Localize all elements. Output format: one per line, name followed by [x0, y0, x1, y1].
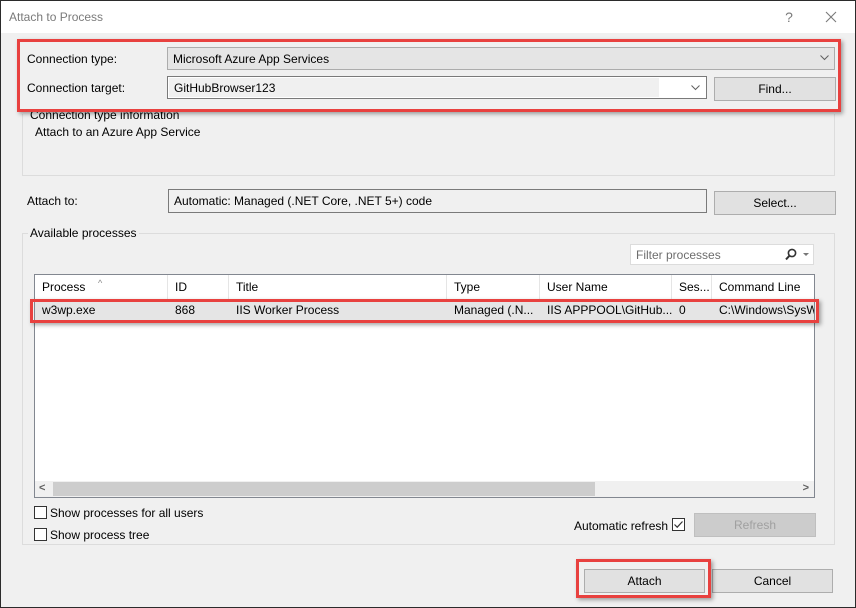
chevron-down-icon — [820, 55, 829, 61]
find-button[interactable]: Find... — [714, 77, 836, 101]
horizontal-scrollbar[interactable]: < > — [35, 481, 814, 497]
window-title: Attach to Process — [9, 10, 104, 24]
attach-to-label: Attach to: — [27, 194, 78, 208]
column-header-process[interactable]: ^ Process — [35, 275, 168, 299]
scrollbar-thumb[interactable] — [53, 482, 595, 496]
connection-type-value: Microsoft Azure App Services — [173, 52, 330, 66]
attach-to-value: Automatic: Managed (.NET Core, .NET 5+) … — [174, 194, 433, 208]
column-header-title[interactable]: Title — [229, 275, 447, 299]
connection-type-label: Connection type: — [27, 52, 118, 66]
scroll-right-icon[interactable]: > — [803, 482, 809, 494]
cell-type: Managed (.N... — [454, 303, 534, 317]
cell-command-line: C:\Windows\SysW — [719, 303, 814, 317]
checkmark-icon — [674, 521, 683, 529]
column-header-command-line[interactable]: Command Line — [712, 275, 814, 299]
cancel-button[interactable]: Cancel — [712, 569, 833, 593]
show-all-users-label: Show processes for all users — [50, 506, 204, 520]
select-code-type-button[interactable]: Select... — [714, 191, 836, 215]
connection-info-text: Attach to an Azure App Service — [35, 125, 201, 139]
automatic-refresh-checkbox[interactable] — [672, 518, 685, 531]
show-all-users-checkbox[interactable] — [34, 506, 47, 519]
chevron-down-icon[interactable] — [691, 85, 700, 91]
connection-target-combobox[interactable]: GitHubBrowser123 — [167, 76, 707, 99]
connection-type-dropdown[interactable]: Microsoft Azure App Services — [167, 47, 835, 70]
attach-to-process-dialog: Attach to Process ? Connection type: Mic… — [0, 0, 856, 608]
process-list[interactable]: ^ Process ID Title Type User Name Ses...… — [34, 274, 815, 498]
process-row[interactable]: w3wp.exe 868 IIS Worker Process Managed … — [35, 299, 814, 321]
attach-button[interactable]: Attach — [584, 569, 705, 593]
filter-processes-input[interactable]: Filter processes — [630, 244, 814, 265]
column-header-type[interactable]: Type — [447, 275, 540, 299]
automatic-refresh-label: Automatic refresh — [574, 519, 669, 533]
help-icon[interactable]: ? — [779, 7, 799, 27]
search-icon[interactable] — [785, 248, 797, 261]
dropdown-arrow-icon[interactable] — [803, 253, 809, 257]
show-process-tree-label: Show process tree — [50, 528, 150, 542]
column-header-user-name[interactable]: User Name — [540, 275, 672, 299]
available-processes-label: Available processes — [28, 226, 139, 240]
refresh-button[interactable]: Refresh — [694, 513, 816, 537]
cell-id: 868 — [175, 303, 196, 317]
cell-user-name: IIS APPPOOL\GitHub... — [547, 303, 672, 317]
column-label: Process — [42, 280, 86, 294]
connection-info-heading: Connection type information — [30, 108, 180, 122]
cell-session: 0 — [679, 303, 686, 317]
title-bar: Attach to Process ? — [1, 1, 855, 33]
cell-process: w3wp.exe — [42, 303, 96, 317]
cell-title: IIS Worker Process — [236, 303, 340, 317]
sort-ascending-icon: ^ — [98, 278, 103, 288]
connection-target-label: Connection target: — [27, 81, 126, 95]
show-process-tree-checkbox[interactable] — [34, 528, 47, 541]
connection-target-value: GitHubBrowser123 — [174, 81, 276, 95]
process-list-header: ^ Process ID Title Type User Name Ses...… — [35, 275, 814, 299]
attach-to-field: Automatic: Managed (.NET Core, .NET 5+) … — [168, 189, 707, 213]
column-header-session[interactable]: Ses... — [672, 275, 712, 299]
filter-placeholder: Filter processes — [636, 248, 721, 262]
close-icon[interactable] — [819, 7, 843, 27]
column-header-id[interactable]: ID — [168, 275, 229, 299]
connection-info-group — [22, 114, 835, 176]
scroll-left-icon[interactable]: < — [39, 482, 45, 494]
